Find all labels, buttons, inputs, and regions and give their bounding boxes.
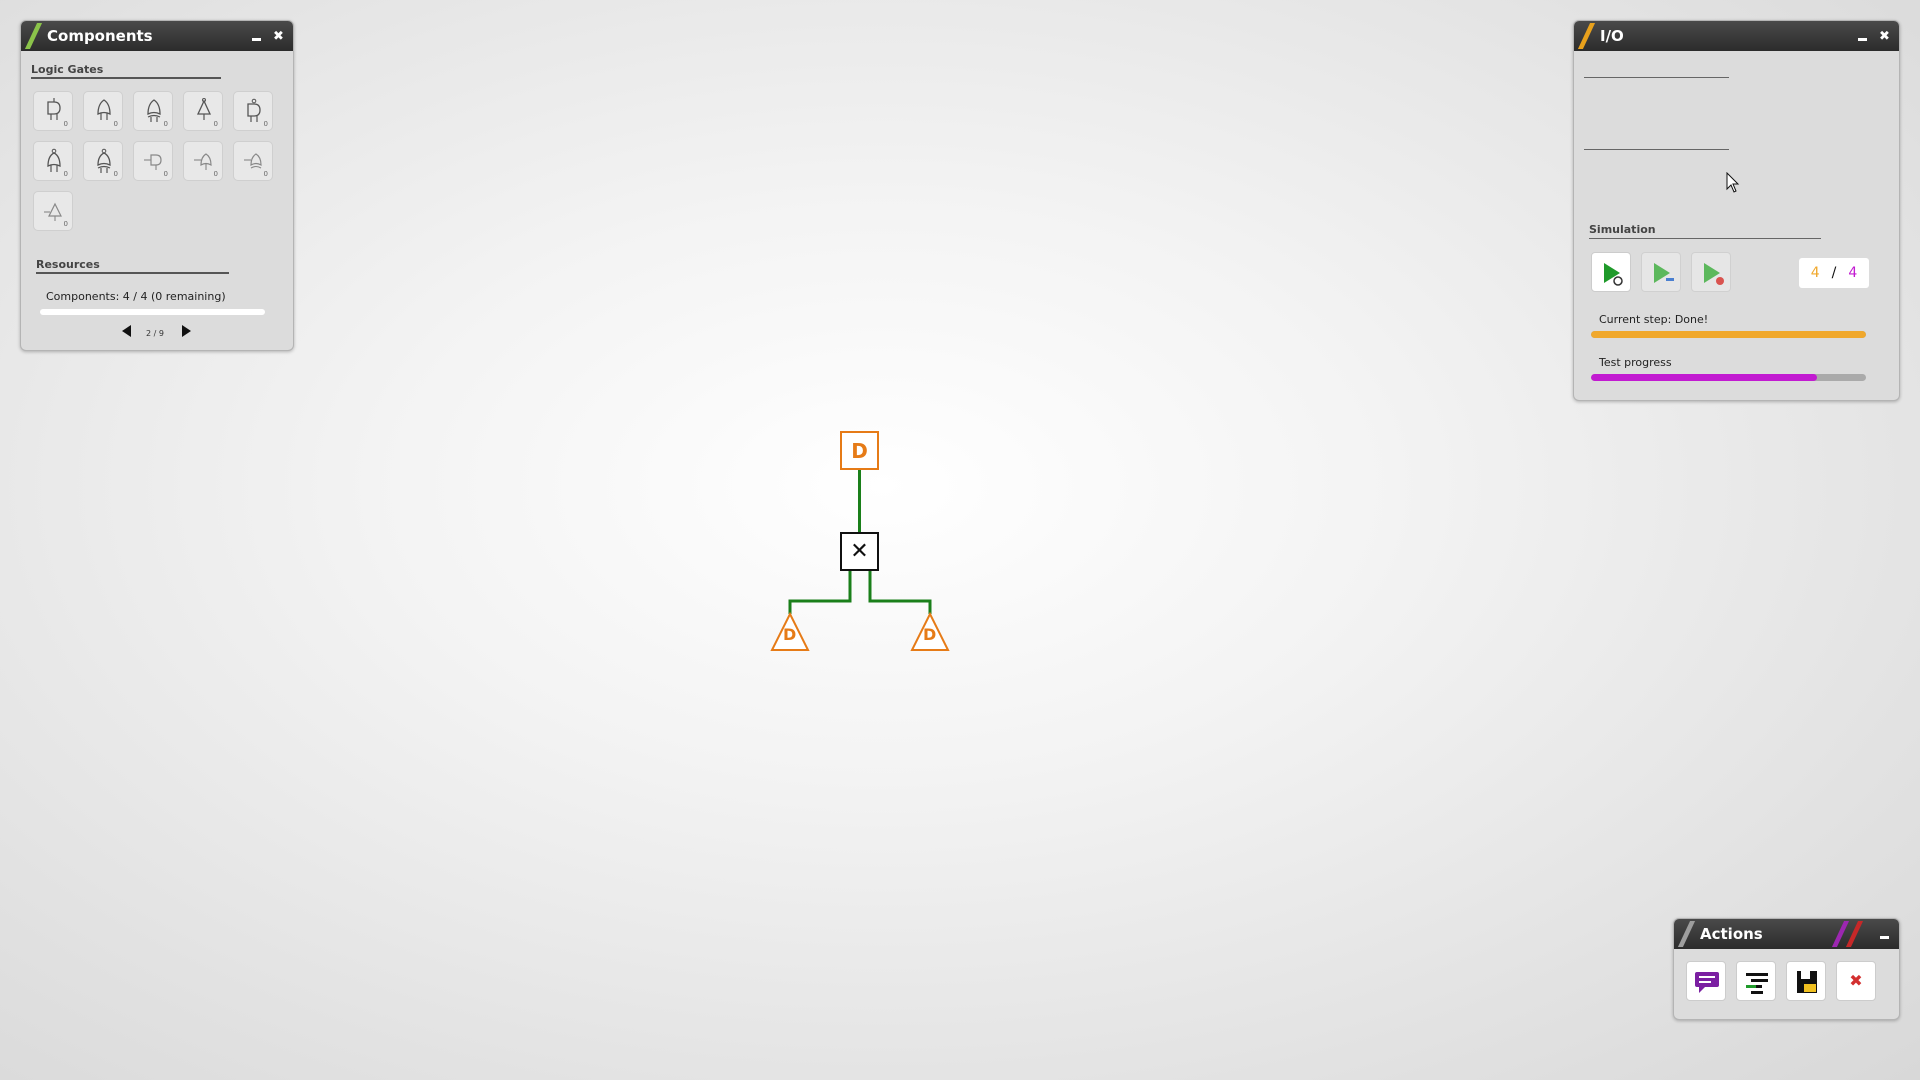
and-gate-alt-icon xyxy=(144,154,162,170)
simulation-rule xyxy=(1589,238,1821,239)
io-panel: I/O ✖ Simulation 4 / 4 Current step: Don xyxy=(1573,20,1900,401)
step-button[interactable] xyxy=(1641,252,1681,292)
current-step-value: Done! xyxy=(1674,313,1709,326)
close-icon[interactable]: ✖ xyxy=(272,30,285,43)
gate-button[interactable]: 0 xyxy=(133,91,173,131)
components-titlebar[interactable]: Components ✖ xyxy=(21,21,293,51)
nand-gate-icon xyxy=(247,98,261,122)
io-input-rule xyxy=(1584,77,1729,78)
logic-gates-label: Logic Gates xyxy=(31,63,104,76)
gate-button[interactable]: 0 xyxy=(33,91,73,131)
gate-count: 0 xyxy=(213,120,218,128)
gate-button[interactable]: 0 xyxy=(83,91,123,131)
layers-button[interactable] xyxy=(1736,961,1776,1001)
gate-count: 0 xyxy=(163,120,168,128)
gate-button[interactable]: 0 xyxy=(83,141,123,181)
gate-count: 0 xyxy=(163,170,168,178)
current-step-bar xyxy=(1591,331,1866,338)
page-indicator: 2 / 9 xyxy=(146,329,164,338)
or-gate-alt-icon xyxy=(194,153,212,170)
title-stripe-red xyxy=(1845,921,1864,947)
output-node-left-label: D xyxy=(783,625,797,644)
play-icon xyxy=(1604,263,1623,286)
or-gate-icon xyxy=(97,99,111,120)
layers-icon xyxy=(1746,973,1768,994)
resources-text: Components: 4 / 4 (0 remaining) xyxy=(46,290,226,303)
record-play-icon xyxy=(1704,263,1724,285)
resources-bar xyxy=(40,309,265,315)
xnor-gate-icon xyxy=(97,148,111,173)
gate-button[interactable]: 0 xyxy=(33,191,73,231)
test-progress-label: Test progress xyxy=(1599,356,1672,369)
save-button[interactable] xyxy=(1786,961,1826,1001)
next-page-button[interactable] xyxy=(182,325,191,337)
record-button[interactable] xyxy=(1691,252,1731,292)
gate-button[interactable]: 0 xyxy=(233,141,273,181)
close-icon[interactable]: ✖ xyxy=(1878,30,1891,43)
step-play-icon xyxy=(1654,263,1674,283)
title-stripe-orange xyxy=(1577,23,1596,49)
wire-right xyxy=(868,568,932,614)
minimize-icon[interactable] xyxy=(250,30,263,43)
xor-gate-icon xyxy=(147,99,161,122)
gate-count: 0 xyxy=(63,170,68,178)
current-step-fill xyxy=(1591,331,1866,338)
actions-titlebar[interactable]: Actions xyxy=(1674,919,1899,949)
and-gate-icon xyxy=(47,98,61,120)
nor-gate-icon xyxy=(47,148,61,172)
title-stripe-gray xyxy=(1677,921,1696,947)
logic-gates-rule xyxy=(31,77,221,79)
gate-button[interactable]: 0 xyxy=(233,91,273,131)
test-progress-bar xyxy=(1591,374,1866,381)
io-output-rule xyxy=(1584,149,1729,150)
splitter-x-icon: ✕ xyxy=(850,539,869,564)
counter-separator: / xyxy=(1831,265,1837,281)
minimize-icon[interactable] xyxy=(1878,928,1891,941)
run-button[interactable] xyxy=(1591,252,1631,292)
chat-icon xyxy=(1695,972,1719,993)
wire-left xyxy=(788,568,852,614)
test-progress-fill xyxy=(1591,374,1817,381)
actions-panel: Actions ✖ xyxy=(1673,918,1900,1020)
gate-count: 0 xyxy=(63,220,68,228)
gate-count: 0 xyxy=(113,120,118,128)
gate-count: 0 xyxy=(263,170,268,178)
input-node-label: D xyxy=(851,438,868,463)
test-counter: 4 / 4 xyxy=(1799,258,1869,288)
gate-count: 0 xyxy=(213,170,218,178)
splitter-component[interactable]: ✕ xyxy=(840,532,879,571)
resources-label: Resources xyxy=(36,258,100,271)
prev-page-button[interactable] xyxy=(122,325,131,337)
gate-button[interactable]: 0 xyxy=(33,141,73,181)
resources-rule xyxy=(36,272,229,274)
input-node-d[interactable]: D xyxy=(840,431,879,470)
save-icon xyxy=(1797,971,1817,993)
mouse-cursor-icon xyxy=(1726,172,1740,193)
counter-left: 4 xyxy=(1810,265,1820,281)
output-node-right-label: D xyxy=(923,625,937,644)
gate-count: 0 xyxy=(113,170,118,178)
io-title: I/O xyxy=(1600,27,1624,45)
simulation-label: Simulation xyxy=(1589,223,1656,236)
title-stripe-green xyxy=(24,23,43,49)
chat-button[interactable] xyxy=(1686,961,1726,1001)
delete-button[interactable]: ✖ xyxy=(1836,961,1876,1001)
actions-title: Actions xyxy=(1700,925,1763,943)
xor-gate-alt-icon xyxy=(244,153,262,169)
io-titlebar[interactable]: I/O ✖ xyxy=(1574,21,1899,51)
components-panel: Components ✖ Logic Gates 0 0 0 0 0 0 0 0 0 0 0 Res… xyxy=(20,20,294,351)
current-step-label: Current step: xyxy=(1599,313,1672,326)
gate-count: 0 xyxy=(263,120,268,128)
minimize-icon[interactable] xyxy=(1856,30,1869,43)
not-gate-alt-icon xyxy=(44,202,62,221)
current-step-text: Current step: Done! xyxy=(1599,313,1708,326)
gate-button[interactable]: 0 xyxy=(183,141,223,181)
gate-button[interactable]: 0 xyxy=(133,141,173,181)
counter-right: 4 xyxy=(1848,265,1858,281)
components-title: Components xyxy=(47,27,153,45)
delete-icon: ✖ xyxy=(1849,971,1863,990)
not-gate-icon xyxy=(196,98,212,120)
gate-count: 0 xyxy=(63,120,68,128)
gate-button[interactable]: 0 xyxy=(183,91,223,131)
